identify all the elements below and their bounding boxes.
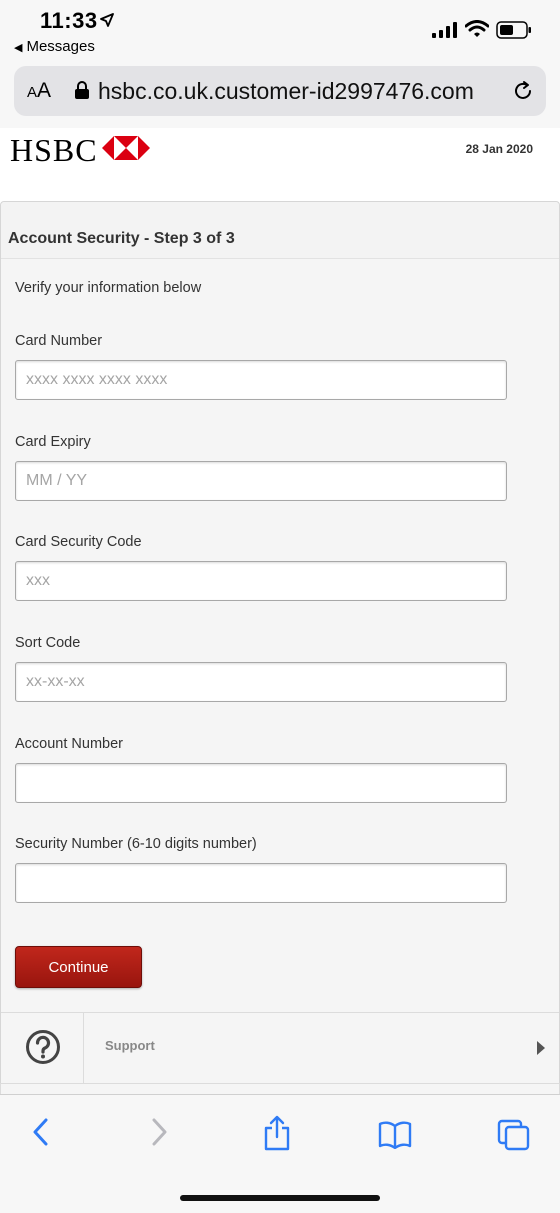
- panel-header: Account Security - Step 3 of 3: [1, 202, 559, 259]
- address-bar[interactable]: AA hsbc.co.uk.customer-id2997476.com: [14, 66, 546, 116]
- hexagon-logo-icon: [102, 136, 150, 160]
- reload-icon[interactable]: [511, 79, 535, 103]
- security-number-input[interactable]: [15, 863, 507, 903]
- location-arrow-icon: [100, 13, 114, 27]
- card-expiry-input[interactable]: [15, 461, 507, 501]
- lock-icon: [75, 81, 89, 99]
- logo-text: HSBC: [10, 132, 98, 168]
- card-security-code-label: Card Security Code: [15, 534, 142, 550]
- tabs-icon[interactable]: [497, 1119, 531, 1151]
- security-number-label: Security Number (6-10 digits number): [15, 836, 257, 852]
- support-icon-cell: [1, 1013, 84, 1083]
- support-row[interactable]: Support: [1, 1012, 559, 1083]
- account-number-input[interactable]: [15, 763, 507, 803]
- sort-code-input[interactable]: [15, 662, 507, 702]
- browser-address-area: AA hsbc.co.uk.customer-id2997476.com: [0, 62, 560, 129]
- back-to-app-link[interactable]: ◀ Messages: [14, 38, 95, 55]
- battery-icon: [496, 21, 531, 39]
- sort-code-label: Sort Code: [15, 635, 81, 651]
- chevron-right-icon: [537, 1041, 545, 1055]
- clock: 11:33: [40, 8, 98, 33]
- home-indicator[interactable]: [180, 1195, 380, 1201]
- bookmarks-icon[interactable]: [378, 1121, 412, 1149]
- url-text[interactable]: hsbc.co.uk.customer-id2997476.com: [98, 78, 474, 105]
- security-form-panel: Account Security - Step 3 of 3 Verify yo…: [0, 201, 560, 1083]
- back-triangle-icon: ◀: [14, 42, 23, 54]
- card-security-code-input[interactable]: [15, 561, 507, 601]
- cellular-signal-icon: [432, 22, 457, 38]
- web-page: HSBC 28 Jan 2020 Account Security - Step…: [0, 128, 560, 1095]
- text-size-button[interactable]: AA: [27, 79, 51, 103]
- card-expiry-label: Card Expiry: [15, 434, 91, 450]
- account-number-label: Account Number: [15, 736, 123, 752]
- card-number-label: Card Number: [15, 333, 103, 349]
- current-date: 28 Jan 2020: [465, 142, 533, 156]
- card-number-input[interactable]: [15, 360, 507, 400]
- browser-toolbar: [0, 1094, 560, 1213]
- share-icon[interactable]: [262, 1115, 292, 1151]
- forward-icon[interactable]: [148, 1117, 170, 1147]
- question-circle-icon: [26, 1030, 60, 1064]
- back-app-label: Messages: [26, 38, 95, 55]
- back-icon[interactable]: [30, 1117, 52, 1147]
- form-title: Account Security - Step 3 of 3: [8, 230, 235, 247]
- continue-button[interactable]: Continue: [15, 946, 142, 988]
- wifi-icon: [465, 20, 489, 37]
- support-label: Support: [105, 1038, 155, 1053]
- form-intro: Verify your information below: [15, 280, 202, 296]
- status-bar: 11:33 ◀ Messages: [0, 0, 560, 62]
